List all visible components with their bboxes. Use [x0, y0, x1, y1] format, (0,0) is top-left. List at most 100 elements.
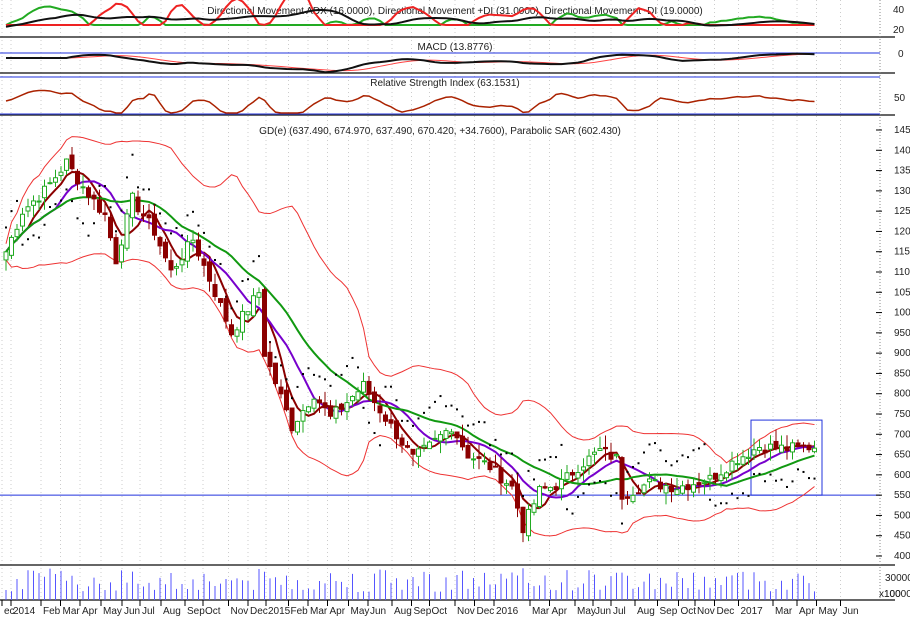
sar-dot: [115, 230, 117, 233]
candle-up: [119, 244, 124, 263]
y-label: 1250: [894, 206, 910, 217]
candle-up: [20, 213, 25, 227]
dmi-tick: 20: [893, 25, 905, 36]
volume-bars: [5, 568, 815, 600]
sar-dot: [197, 224, 200, 227]
candle-up: [559, 478, 564, 490]
sar-dot: [302, 373, 304, 376]
candle-down: [157, 237, 163, 247]
sar-dot: [461, 415, 464, 418]
candle-up: [768, 443, 773, 450]
candle-up: [295, 420, 300, 433]
sar-dot: [120, 209, 123, 212]
sar-dot: [126, 176, 128, 179]
sar-dot: [615, 492, 618, 495]
candle-up: [674, 489, 680, 496]
candle-up: [333, 406, 339, 419]
sar-dot: [307, 367, 310, 370]
x-label-Jul: Jul: [613, 606, 626, 617]
candle-down: [498, 467, 504, 484]
sar-dot: [357, 366, 359, 369]
sar-dot: [104, 185, 106, 188]
candle-up: [3, 251, 9, 261]
y-label: 950: [894, 328, 910, 339]
sar-dot: [549, 455, 552, 458]
candle-down: [553, 486, 559, 491]
y-label: 850: [894, 368, 910, 379]
y-label: 550: [894, 490, 910, 501]
sar-dot: [27, 238, 29, 241]
candle-down: [383, 414, 388, 422]
sar-dot: [54, 203, 57, 206]
sar-dot: [467, 424, 469, 427]
candle-up: [691, 484, 696, 493]
candle-up: [344, 402, 350, 413]
y-label: 1200: [894, 226, 910, 237]
candle-down: [399, 437, 405, 446]
candle-down: [278, 386, 284, 395]
sar-dot: [632, 465, 634, 468]
x-label-Sep: Sep: [660, 606, 678, 617]
sar-dot: [626, 470, 629, 473]
sar-dot: [406, 419, 409, 422]
candle-up: [443, 430, 449, 439]
candle-down: [515, 483, 520, 509]
candle-down: [284, 389, 289, 411]
candle-up: [240, 310, 245, 333]
sar-dot: [38, 236, 40, 239]
x-label-Jun: Jun: [843, 606, 859, 617]
sar-dot: [687, 456, 689, 459]
sar-dot: [434, 400, 436, 403]
candle-up: [179, 259, 185, 266]
sar-dot: [747, 494, 750, 497]
sar-dot: [417, 417, 420, 420]
candle-down: [91, 194, 97, 200]
candle-up: [25, 206, 31, 212]
sar-dot: [786, 485, 788, 488]
sar-dot: [791, 480, 794, 483]
sar-dot: [175, 227, 178, 230]
upper-band: [5, 136, 815, 464]
candle-up: [586, 455, 592, 467]
sar-dot: [676, 460, 678, 463]
sar-dot: [731, 492, 733, 495]
candle-up: [718, 474, 724, 482]
sar-dot: [335, 373, 337, 376]
sar-dot: [236, 300, 238, 303]
candle-up: [707, 474, 713, 480]
x-label-2016: 2016: [496, 606, 519, 617]
sar-dot: [219, 262, 222, 265]
candle-up: [526, 508, 531, 537]
sar-dot: [725, 502, 728, 505]
sar-dot: [643, 451, 645, 454]
sar-dot: [610, 494, 612, 497]
sar-dot: [5, 226, 7, 229]
candle-up: [471, 458, 476, 461]
candle-up: [779, 444, 784, 453]
candle-up: [647, 478, 652, 483]
y-label: 700: [894, 429, 910, 440]
sar-dot: [775, 479, 777, 482]
sar-dot: [665, 460, 667, 463]
sar-dot: [494, 438, 497, 441]
candle-down: [113, 237, 119, 265]
x-label-Mar: Mar: [63, 606, 81, 617]
sar-dot: [533, 478, 535, 481]
candle-down: [713, 472, 718, 480]
x-label-2017: 2017: [741, 606, 764, 617]
candle-down: [102, 212, 108, 215]
sar-dot: [797, 468, 799, 471]
rsi-title: Relative Strength Index (63.1531): [370, 78, 520, 89]
sar-dot: [412, 424, 414, 427]
sar-dot: [769, 473, 772, 476]
candle-down: [201, 258, 207, 266]
sar-dot: [285, 378, 288, 381]
candle-down: [289, 407, 295, 432]
sar-dot: [780, 478, 783, 481]
sar-dot: [230, 307, 233, 310]
x-label-Jun: Jun: [595, 606, 611, 617]
sar-dot: [21, 243, 24, 246]
sar-dot: [445, 405, 447, 408]
candle-up: [416, 448, 421, 457]
sar-dot: [593, 481, 596, 484]
